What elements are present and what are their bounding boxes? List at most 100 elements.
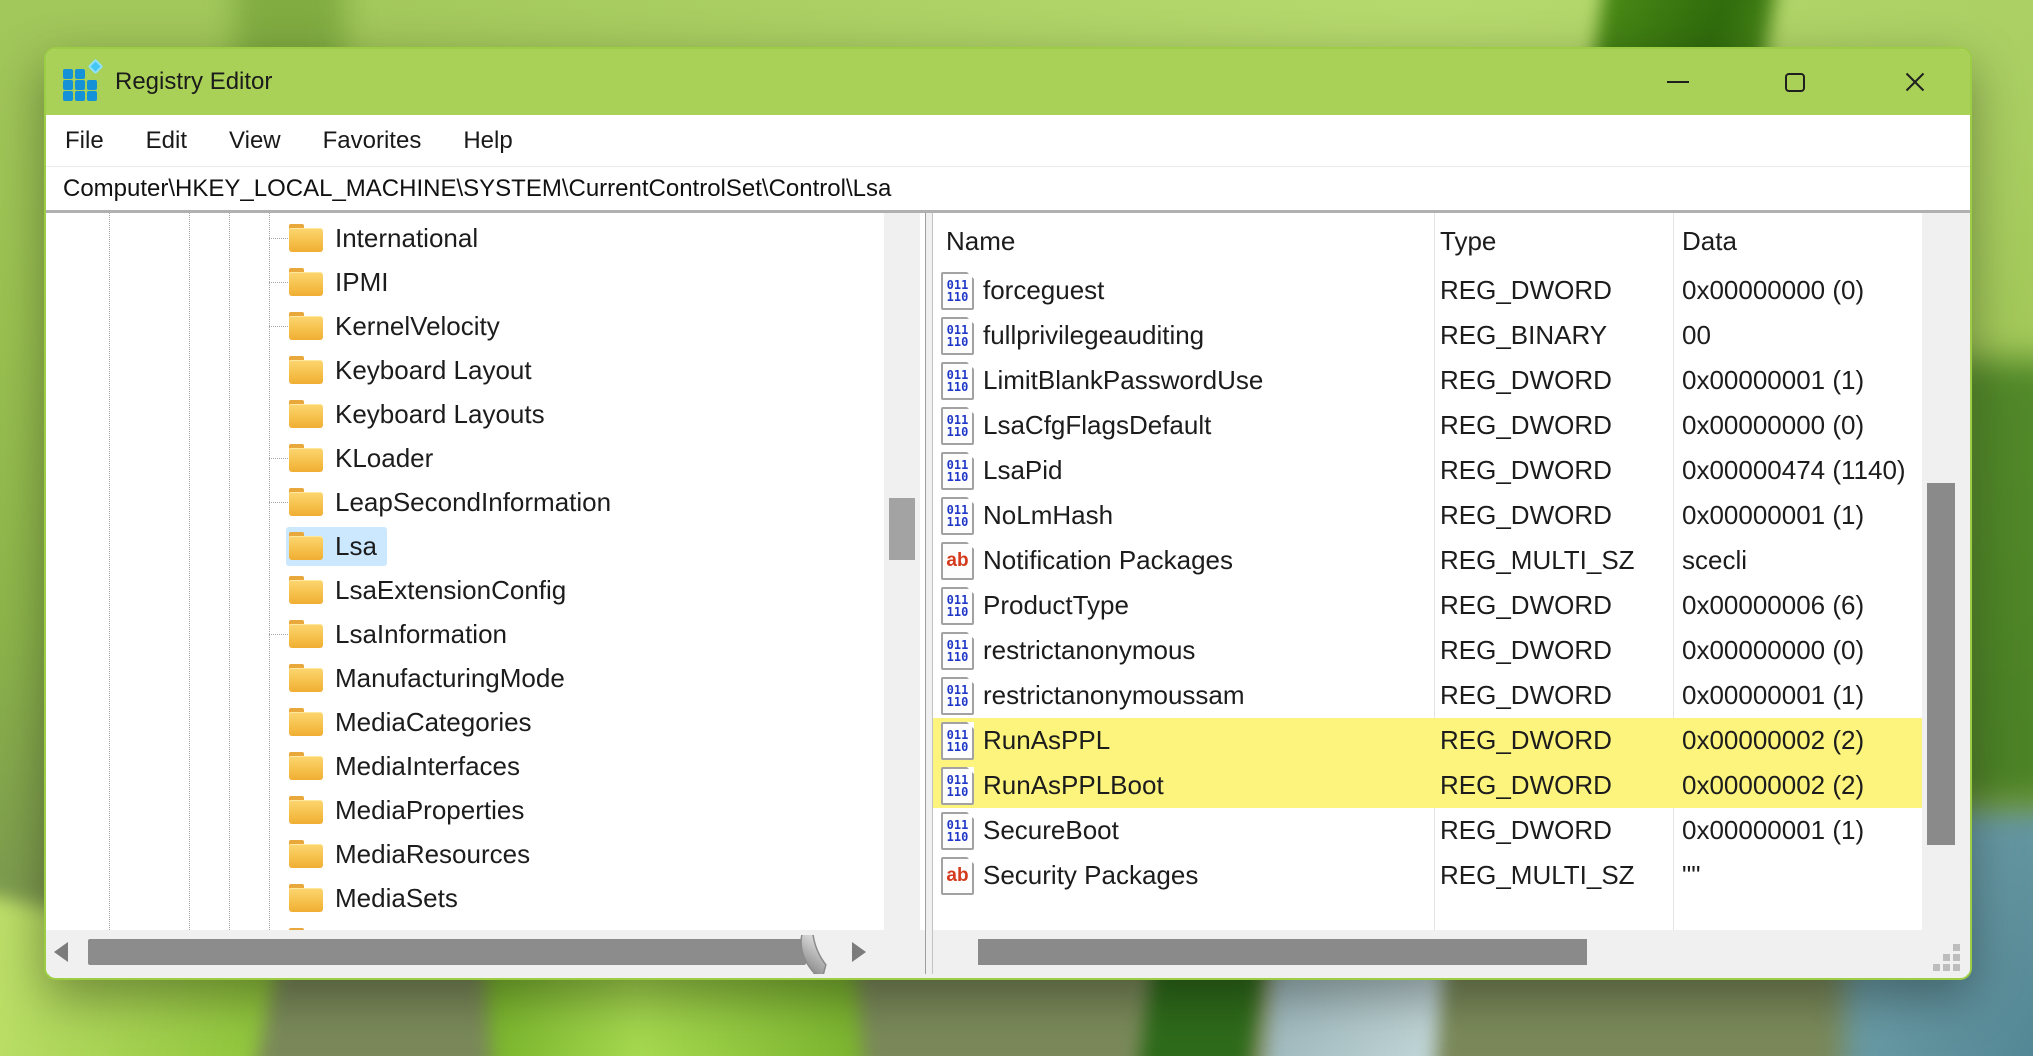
tree-item[interactable]: Keyboard Layout bbox=[46, 348, 925, 392]
tree-item-body[interactable]: IPMI bbox=[286, 263, 398, 302]
registry-value-row[interactable]: 011 110 LimitBlankPasswordUse REG_DWORD … bbox=[933, 358, 1922, 403]
dword-binary-icon: 011 110 bbox=[941, 362, 974, 400]
tree-item-label: IPMI bbox=[335, 267, 388, 298]
dword-binary-icon: 011 110 bbox=[941, 677, 974, 715]
folder-icon bbox=[289, 268, 323, 296]
scroll-right-arrow-icon[interactable] bbox=[852, 942, 866, 962]
tree-item-body[interactable]: MediaProperties bbox=[286, 791, 534, 830]
folder-icon bbox=[289, 796, 323, 824]
dword-binary-icon: 011 110 bbox=[941, 767, 974, 805]
tree-item[interactable]: MediaSets bbox=[46, 876, 925, 920]
scrollbar-thumb[interactable] bbox=[1927, 483, 1955, 845]
tree-item-body[interactable]: International bbox=[286, 219, 488, 258]
tree-item[interactable]: International bbox=[46, 216, 925, 260]
value-data: scecli bbox=[1682, 545, 1747, 576]
tree-item-body[interactable]: MediaResources bbox=[286, 835, 540, 874]
value-name: restrictanonymous bbox=[983, 635, 1195, 666]
tree-item[interactable]: LsaInformation bbox=[46, 612, 925, 656]
registry-value-row[interactable]: 011 110 RunAsPPL REG_DWORD 0x00000002 (2… bbox=[933, 718, 1922, 763]
tree-item[interactable]: Keyboard Layouts bbox=[46, 392, 925, 436]
value-type: REG_DWORD bbox=[1440, 635, 1612, 666]
tree-item-body[interactable]: LsaExtensionConfig bbox=[286, 571, 576, 610]
tree-item[interactable]: MediaInterfaces bbox=[46, 744, 925, 788]
value-name: forceguest bbox=[983, 275, 1104, 306]
close-button[interactable] bbox=[1883, 49, 1947, 115]
tree-item[interactable]: KernelVelocity bbox=[46, 304, 925, 348]
tree-item-body[interactable]: KernelVelocity bbox=[286, 307, 510, 346]
value-type: REG_DWORD bbox=[1440, 455, 1612, 486]
registry-value-row[interactable]: 011 110 SecureBoot REG_DWORD 0x00000001 … bbox=[933, 808, 1922, 853]
tree-item[interactable]: MediaProperties bbox=[46, 788, 925, 832]
tree-item-body[interactable]: KLoader bbox=[286, 439, 443, 478]
title-bar[interactable]: Registry Editor bbox=[46, 49, 1970, 115]
minimize-button[interactable] bbox=[1646, 49, 1710, 115]
tree-item-body[interactable]: LeapSecondInformation bbox=[286, 483, 621, 522]
value-type: REG_DWORD bbox=[1440, 725, 1612, 756]
registry-value-row[interactable]: 011 110 NoLmHash REG_DWORD 0x00000001 (1… bbox=[933, 493, 1922, 538]
tree-item-label: MediaSets bbox=[335, 883, 458, 914]
value-type: REG_DWORD bbox=[1440, 590, 1612, 621]
tree-item[interactable]: KLoader bbox=[46, 436, 925, 480]
values-vertical-scrollbar[interactable] bbox=[1922, 213, 1960, 930]
tree-item-body[interactable]: Lsa bbox=[286, 527, 387, 566]
scroll-left-arrow-icon[interactable] bbox=[54, 942, 68, 962]
registry-value-row[interactable]: ab Notification Packages REG_MULTI_SZ sc… bbox=[933, 538, 1922, 583]
menu-edit[interactable]: Edit bbox=[125, 127, 208, 155]
tree-item[interactable]: Lsa bbox=[46, 524, 925, 568]
folder-icon bbox=[289, 312, 323, 340]
maximize-button[interactable] bbox=[1763, 49, 1827, 115]
registry-value-row[interactable]: 011 110 RunAsPPLBoot REG_DWORD 0x0000000… bbox=[933, 763, 1922, 808]
tree-item-label: ManufacturingMode bbox=[335, 663, 565, 694]
registry-value-row[interactable]: ab Security Packages REG_MULTI_SZ "" bbox=[933, 853, 1922, 898]
registry-value-row[interactable]: 011 110 LsaPid REG_DWORD 0x00000474 (114… bbox=[933, 448, 1922, 493]
tree-item[interactable]: ManufacturingMode bbox=[46, 656, 925, 700]
tree-item-body[interactable]: Keyboard Layouts bbox=[286, 395, 555, 434]
window-resize-grip[interactable] bbox=[1934, 944, 1960, 970]
registry-tree-pane[interactable]: International IPMI KernelVelocity Keyboa… bbox=[46, 213, 925, 974]
tree-item-label: Keyboard Layout bbox=[335, 355, 532, 386]
tree-item[interactable]: LeapSecondInformation bbox=[46, 480, 925, 524]
value-data: 0x00000001 (1) bbox=[1682, 500, 1864, 531]
column-header-name[interactable]: Name bbox=[946, 226, 1015, 257]
column-header-type[interactable]: Type bbox=[1440, 226, 1496, 257]
menu-favorites[interactable]: Favorites bbox=[302, 127, 443, 155]
menu-help[interactable]: Help bbox=[442, 127, 533, 155]
tree-item-body[interactable]: LsaInformation bbox=[286, 615, 517, 654]
tree-item-body[interactable]: Keyboard Layout bbox=[286, 351, 542, 390]
folder-icon bbox=[289, 664, 323, 692]
tree-item-body[interactable]: MediaCategories bbox=[286, 703, 542, 742]
value-name: Notification Packages bbox=[983, 545, 1233, 576]
registry-value-row[interactable]: 011 110 restrictanonymous REG_DWORD 0x00… bbox=[933, 628, 1922, 673]
registry-value-row[interactable]: 011 110 LsaCfgFlagsDefault REG_DWORD 0x0… bbox=[933, 403, 1922, 448]
registry-values-pane[interactable]: Name Type Data 011 110 forceguest REG_DW… bbox=[933, 213, 1970, 974]
dword-binary-icon: 011 110 bbox=[941, 722, 974, 760]
tree-horizontal-scrollbar[interactable] bbox=[46, 930, 925, 974]
values-horizontal-scrollbar[interactable] bbox=[933, 930, 1970, 974]
registry-value-row[interactable]: 011 110 forceguest REG_DWORD 0x00000000 … bbox=[933, 268, 1922, 313]
tree-item[interactable]: IPMI bbox=[46, 260, 925, 304]
scrollbar-thumb[interactable] bbox=[88, 939, 806, 965]
tree-item[interactable]: LsaExtensionConfig bbox=[46, 568, 925, 612]
value-type: REG_DWORD bbox=[1440, 500, 1612, 531]
menu-view[interactable]: View bbox=[208, 127, 302, 155]
menu-file[interactable]: File bbox=[44, 127, 125, 155]
tree-item-body[interactable]: MediaSets bbox=[286, 879, 468, 918]
registry-value-row[interactable]: 011 110 ProductType REG_DWORD 0x00000006… bbox=[933, 583, 1922, 628]
dword-binary-icon: 011 110 bbox=[941, 407, 974, 445]
value-name: RunAsPPL bbox=[983, 725, 1110, 756]
tree-vertical-scrollbar[interactable] bbox=[884, 213, 920, 930]
main-content: International IPMI KernelVelocity Keyboa… bbox=[46, 213, 1970, 974]
tree-item[interactable]: MediaCategories bbox=[46, 700, 925, 744]
scrollbar-thumb[interactable] bbox=[978, 939, 1587, 965]
pane-divider[interactable] bbox=[925, 213, 933, 974]
tree-item[interactable]: MediaResources bbox=[46, 832, 925, 876]
address-bar[interactable]: Computer\HKEY_LOCAL_MACHINE\SYSTEM\Curre… bbox=[46, 167, 1970, 213]
registry-value-row[interactable]: 011 110 fullprivilegeauditing REG_BINARY… bbox=[933, 313, 1922, 358]
scrollbar-thumb[interactable] bbox=[889, 498, 915, 560]
column-header-data[interactable]: Data bbox=[1682, 226, 1737, 257]
regedit-app-icon bbox=[63, 63, 101, 101]
tree-item-body[interactable]: ManufacturingMode bbox=[286, 659, 575, 698]
tree-item-body[interactable]: MediaInterfaces bbox=[286, 747, 530, 786]
registry-value-row[interactable]: 011 110 restrictanonymoussam REG_DWORD 0… bbox=[933, 673, 1922, 718]
values-list: Name Type Data 011 110 forceguest REG_DW… bbox=[933, 213, 1922, 930]
